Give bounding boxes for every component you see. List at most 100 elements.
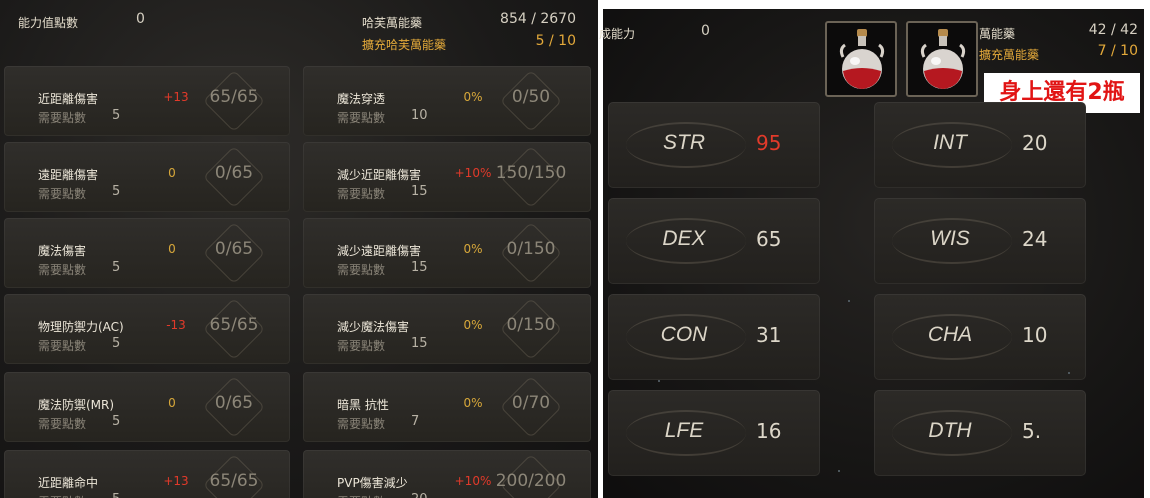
elixir-label: 萬能藥 — [979, 27, 1016, 41]
stat-bonus: 0 — [168, 166, 176, 180]
stat-required-points-label: 需要點數 — [337, 263, 386, 277]
attribute-value: 20 — [1022, 131, 1048, 155]
stat-required-points-label: 需要點數 — [337, 339, 386, 353]
attribute-card-str[interactable]: STR 95 — [608, 102, 820, 188]
stat-required-points-value: 5 — [112, 492, 120, 498]
expand-elixir-value: 5 / 10 — [535, 33, 576, 49]
stat-name: 物理防禦力(AC) — [38, 320, 124, 334]
stat-name: 魔法穿透 — [337, 92, 386, 106]
stat-level: 0/150 — [506, 315, 556, 335]
divider — [598, 0, 1150, 9]
stat-required-points-value: 5 — [112, 336, 121, 351]
stat-name: 近距離命中 — [38, 476, 99, 490]
stat-level: 0/150 — [506, 239, 556, 259]
elixir-value: 42 / 42 — [1088, 22, 1138, 38]
stat-name: 減少近距離傷害 — [337, 168, 422, 182]
stat-card-magic-penetration[interactable]: 魔法穿透 需要點數 10 0% 0/50 — [303, 66, 591, 136]
stat-required-points-value: 10 — [411, 108, 428, 123]
attribute-name: CON — [660, 323, 708, 346]
sparkle — [1068, 372, 1070, 374]
stat-level: 0/65 — [214, 163, 254, 183]
potion-slot-1[interactable] — [825, 21, 897, 97]
stat-card-ranged-damage-reduction[interactable]: 減少遠距離傷害 需要點數 15 0% 0/150 — [303, 218, 591, 288]
attribute-card-con[interactable]: CON 31 — [608, 294, 820, 380]
attribute-card-cha[interactable]: CHA 10 — [874, 294, 1086, 380]
attribute-card-int[interactable]: INT 20 — [874, 102, 1086, 188]
attribute-value: 10 — [1022, 323, 1048, 347]
stat-required-points-label: 需要點數 — [38, 493, 86, 498]
stat-name: 暗黑 抗性 — [337, 398, 389, 412]
divider — [1144, 0, 1150, 498]
stat-name: 近距離傷害 — [38, 92, 99, 106]
stat-required-points-value: 15 — [411, 336, 428, 351]
ability-points-value: 0 — [136, 11, 145, 27]
attribute-value: 95 — [756, 131, 782, 155]
potion-slot-2[interactable] — [906, 21, 978, 97]
stat-name: 遠距離傷害 — [38, 168, 99, 182]
attribute-name: WIS — [930, 227, 970, 250]
attribute-name: INT — [933, 131, 967, 154]
stat-required-points-value: 7 — [411, 414, 420, 429]
stat-level: 150/150 — [495, 163, 567, 183]
attribute-card-wis[interactable]: WIS 24 — [874, 198, 1086, 284]
ability-points-label: 能力值點數 — [18, 16, 79, 30]
stat-required-points-value: 5 — [112, 260, 121, 275]
attribute-points-value: 0 — [701, 23, 710, 39]
attribute-panel: 成能力 0 萬能藥 42 / 42 擴充萬能藥 7 / 10 身上還有2瓶 ST… — [598, 0, 1150, 498]
attribute-value: 16 — [756, 419, 782, 443]
stat-name: 減少魔法傷害 — [337, 320, 410, 334]
stat-level: 0/50 — [511, 87, 551, 107]
stat-required-points-label: 需要點數 — [38, 111, 87, 125]
stat-level: 200/200 — [495, 471, 567, 491]
stat-bonus: 0 — [168, 396, 176, 410]
attribute-name: STR — [663, 131, 705, 154]
stat-level: 0/65 — [214, 393, 254, 413]
stat-level: 0/70 — [511, 393, 551, 413]
stat-required-points-label: 需要點數 — [337, 417, 386, 431]
stat-card-magic-damage[interactable]: 魔法傷害 需要點數 5 0 0/65 — [4, 218, 290, 288]
stat-card-pvp-damage-reduction[interactable]: PVP傷害減少 需要點數 20 +10% 200/200 — [303, 450, 591, 498]
potion-icon — [839, 29, 885, 89]
stat-card-magic-damage-reduction[interactable]: 減少魔法傷害 需要點數 15 0% 0/150 — [303, 294, 591, 364]
stat-level: 65/65 — [209, 315, 259, 335]
attribute-value: 5. — [1022, 419, 1042, 443]
attribute-name: CHA — [927, 323, 973, 346]
attribute-name: DEX — [662, 227, 706, 250]
attribute-value: 24 — [1022, 227, 1048, 251]
stat-card-melee-damage-reduction[interactable]: 減少近距離傷害 需要點數 15 +10% 150/150 — [303, 142, 591, 212]
attribute-points-label: 成能力 — [599, 27, 636, 41]
stat-name: 魔法傷害 — [38, 244, 87, 258]
stat-card-darkness-resistance[interactable]: 暗黑 抗性 需要點數 7 0% 0/70 — [303, 372, 591, 442]
sparkle — [658, 380, 660, 382]
stat-level: 0/65 — [214, 239, 254, 259]
ability-points-panel: 能力值點數 0 哈芙萬能藥 854 / 2670 擴充哈芙萬能藥 5 / 10 … — [0, 0, 598, 498]
stat-required-points-label: 需要點數 — [38, 187, 87, 201]
stat-card-magic-defense[interactable]: 魔法防禦(MR) 需要點數 5 0 0/65 — [4, 372, 290, 442]
stat-bonus: 0 — [168, 242, 176, 256]
attribute-card-lfe[interactable]: LFE 16 — [608, 390, 820, 476]
sparkle — [848, 300, 850, 302]
stat-level: 65/65 — [209, 471, 259, 491]
stat-card-ranged-damage[interactable]: 遠距離傷害 需要點數 5 0 0/65 — [4, 142, 290, 212]
attribute-value: 65 — [756, 227, 782, 251]
attribute-value: 31 — [756, 323, 782, 347]
stat-required-points-value: 5 — [112, 108, 121, 123]
stat-name: 減少遠距離傷害 — [337, 244, 422, 258]
stat-name: 魔法防禦(MR) — [38, 398, 115, 412]
stat-card-physical-defense[interactable]: 物理防禦力(AC) 需要點數 5 -13 65/65 — [4, 294, 290, 364]
stat-card-melee-damage[interactable]: 近距離傷害 需要點數 5 +13 65/65 — [4, 66, 290, 136]
stat-required-points-value: 20 — [411, 492, 428, 498]
stat-required-points-label: 需要點數 — [38, 417, 87, 431]
elixir-label: 哈芙萬能藥 — [362, 16, 423, 30]
stat-required-points-value: 5 — [112, 184, 121, 199]
stat-name: PVP傷害減少 — [337, 476, 408, 490]
attribute-card-dth[interactable]: DTH 5. — [874, 390, 1086, 476]
attribute-card-dex[interactable]: DEX 65 — [608, 198, 820, 284]
stat-required-points-label: 需要點數 — [337, 493, 385, 498]
elixir-value: 854 / 2670 — [500, 11, 576, 27]
stat-required-points-label: 需要點數 — [337, 187, 386, 201]
divider — [598, 0, 603, 498]
potion-icon — [920, 29, 966, 89]
expand-elixir-value: 7 / 10 — [1097, 43, 1138, 59]
stat-card-melee-accuracy[interactable]: 近距離命中 需要點數 5 +13 65/65 — [4, 450, 290, 498]
